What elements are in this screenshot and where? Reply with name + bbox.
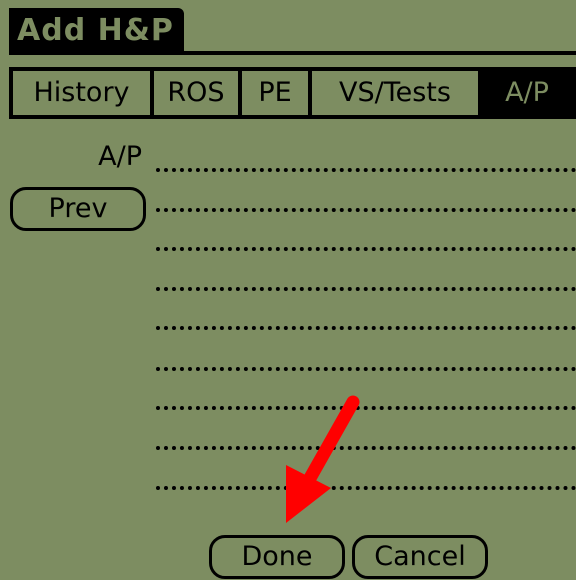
done-button[interactable]: Done (209, 535, 345, 579)
note-line (156, 446, 576, 450)
note-line (156, 208, 576, 212)
note-line (156, 406, 576, 410)
note-line (156, 168, 576, 172)
palm-screen: Add H&P History ROS PE VS/Tests A/P A/P … (0, 0, 576, 580)
note-line (156, 367, 576, 371)
prev-button[interactable]: Prev (10, 187, 146, 231)
note-line (156, 287, 576, 291)
cancel-button[interactable]: Cancel (352, 535, 488, 579)
note-line (156, 326, 576, 330)
ap-note-field[interactable] (156, 0, 576, 520)
note-line (156, 486, 576, 490)
ap-field-label: A/P (98, 141, 142, 172)
tab-history[interactable]: History (13, 71, 154, 115)
note-line (156, 247, 576, 251)
